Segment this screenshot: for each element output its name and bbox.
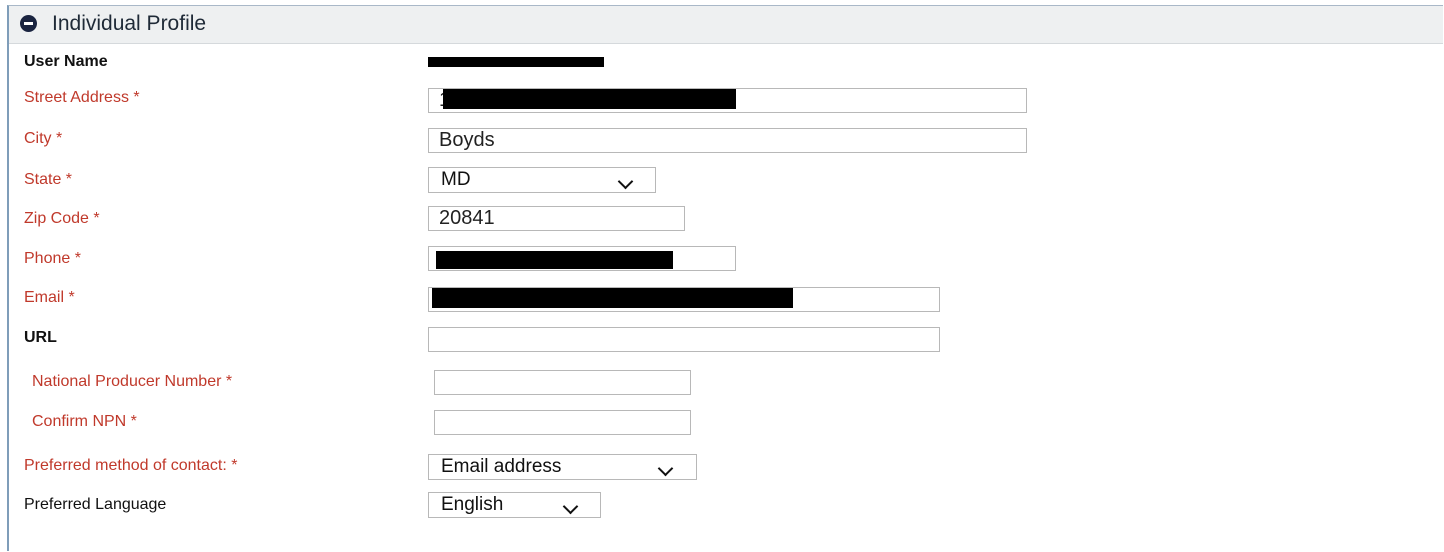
chevron-down-icon	[657, 460, 674, 477]
contact-method-value: Email address	[441, 456, 562, 477]
chevron-down-icon	[617, 173, 634, 190]
panel-title: Individual Profile	[52, 12, 207, 35]
chevron-down-icon	[562, 498, 579, 515]
npn-label: National Producer Number *	[32, 373, 233, 390]
contact-method-select[interactable]: Email address	[428, 454, 697, 480]
state-value: MD	[441, 169, 471, 190]
url-input[interactable]	[428, 327, 940, 352]
state-label: State *	[24, 171, 73, 188]
street-address-redacted	[443, 89, 736, 109]
email-label: Email *	[24, 289, 75, 306]
minus-circle-icon[interactable]	[20, 15, 37, 32]
url-label: URL	[24, 329, 57, 346]
zip-code-input[interactable]: 20841	[428, 206, 685, 231]
zip-code-value: 20841	[439, 207, 495, 229]
panel-header: Individual Profile	[9, 6, 1443, 44]
phone-redacted	[436, 251, 673, 269]
user-name-label: User Name	[24, 53, 108, 70]
city-value: Boyds	[439, 129, 495, 151]
street-address-label: Street Address *	[24, 89, 140, 106]
user-name-value-redacted	[428, 57, 604, 67]
language-select[interactable]: English	[428, 492, 601, 518]
city-label: City *	[24, 130, 63, 147]
phone-label: Phone *	[24, 250, 81, 267]
language-value: English	[441, 494, 504, 515]
confirm-npn-label: Confirm NPN *	[32, 413, 137, 430]
contact-method-label: Preferred method of contact: *	[24, 457, 238, 474]
email-redacted	[432, 288, 793, 308]
confirm-npn-input[interactable]	[434, 410, 691, 435]
language-label: Preferred Language	[24, 496, 167, 513]
city-input[interactable]: Boyds	[428, 128, 1027, 153]
zip-code-label: Zip Code *	[24, 210, 100, 227]
npn-input[interactable]	[434, 370, 691, 395]
state-select[interactable]: MD	[428, 167, 656, 193]
